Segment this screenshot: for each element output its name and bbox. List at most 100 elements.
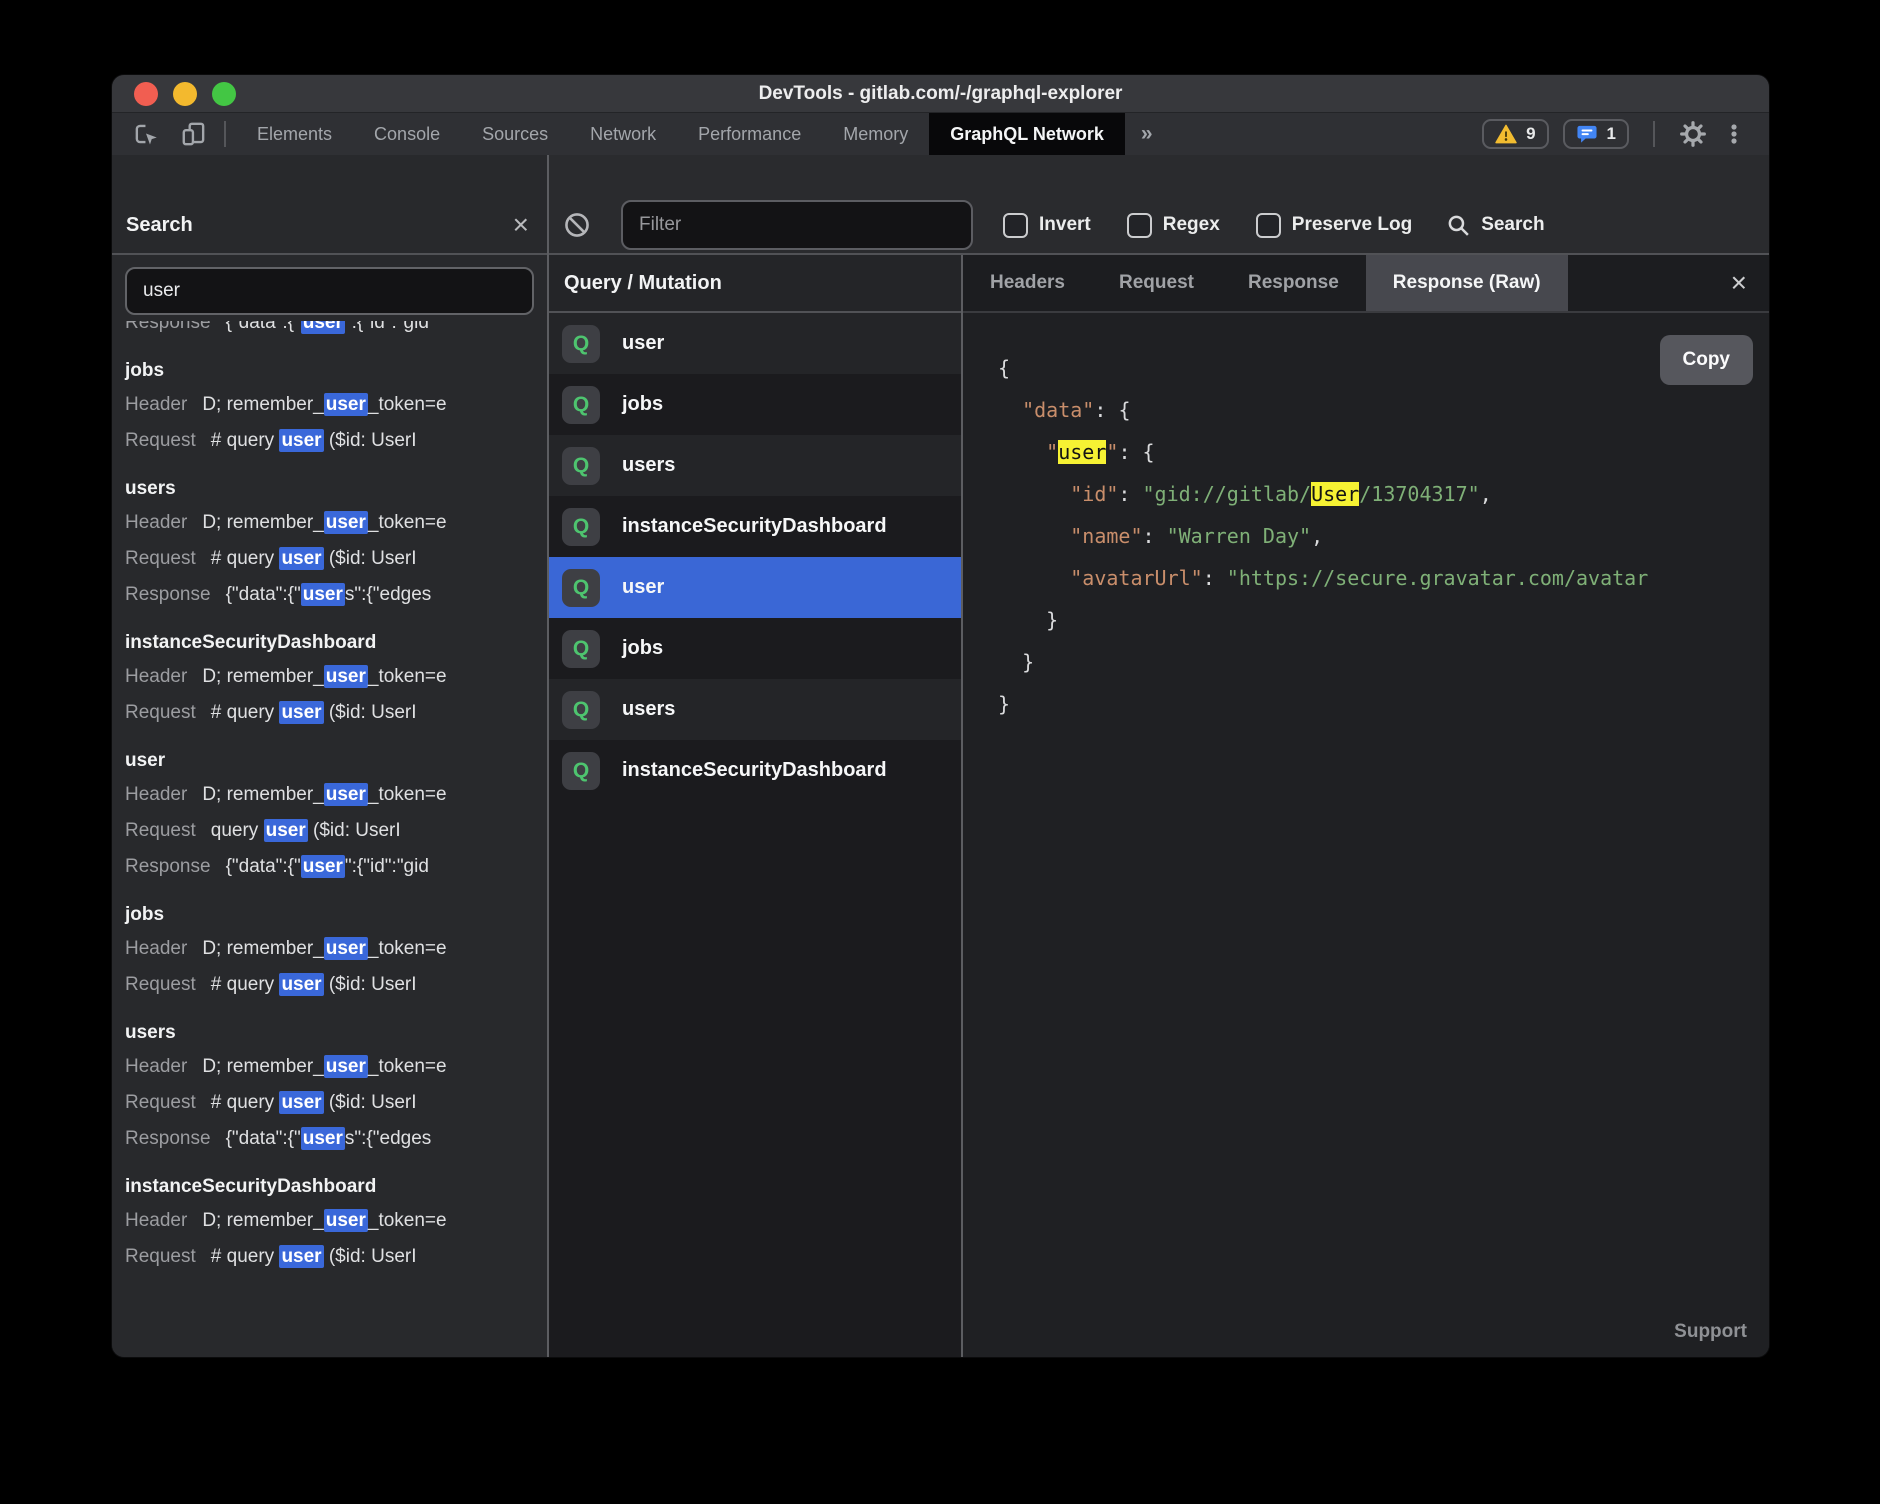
match-highlight: user — [279, 547, 323, 570]
tab-memory[interactable]: Memory — [822, 113, 929, 155]
search-toggle-button[interactable]: Search — [1446, 213, 1544, 238]
support-link[interactable]: Support — [1674, 1321, 1747, 1343]
detail-tab-response[interactable]: Response — [1221, 255, 1366, 311]
checkbox-invert[interactable]: Invert — [1003, 213, 1091, 238]
json-indent — [998, 566, 1070, 590]
search-input[interactable] — [125, 267, 534, 315]
search-results-list[interactable]: Response{"data":{"user":{"id":"gidjobsHe… — [112, 315, 547, 1357]
query-row-label: user — [622, 576, 664, 599]
filter-bar: Invert Regex Preserve Log Search — [549, 155, 1769, 255]
clear-block-icon[interactable] — [563, 211, 591, 239]
checkbox-label: Regex — [1163, 214, 1220, 236]
json-token: } — [1046, 608, 1058, 632]
query-row-users[interactable]: Qusers — [549, 679, 961, 740]
result-line-label: Response — [125, 1128, 211, 1149]
json-line: } — [998, 599, 1769, 641]
json-token: " — [1106, 440, 1118, 464]
filter-input[interactable] — [621, 200, 973, 250]
checkbox-regex[interactable]: Regex — [1127, 213, 1220, 238]
toolbar-right: 9 1 — [1482, 113, 1769, 155]
raw-response-view: { "data": { "user": { "id": "gid://gitla… — [963, 313, 1769, 1357]
json-token: { — [1143, 440, 1155, 464]
result-line-label: Header — [125, 938, 187, 959]
result-section-name: users — [125, 473, 547, 505]
json-token: } — [998, 692, 1010, 716]
result-text: D; remember_ — [202, 938, 323, 959]
query-row-user[interactable]: Quser — [549, 313, 961, 374]
json-token: " — [1046, 440, 1058, 464]
result-text: ($id: UserI — [324, 702, 417, 723]
traffic-lights — [134, 82, 236, 106]
result-text: _token=e — [368, 666, 447, 687]
settings-gear-icon[interactable] — [1679, 120, 1707, 148]
json-token: "https://secure.gravatar.com/avatar — [1227, 566, 1648, 590]
detail-tabs: HeadersRequestResponseResponse (Raw) × — [963, 255, 1769, 313]
result-line: Response{"data":{"user":{"id":"gid — [125, 321, 429, 341]
tab-graphql-network[interactable]: GraphQL Network — [929, 113, 1125, 155]
query-row-instancesecuritydashboard[interactable]: QinstanceSecurityDashboard — [549, 496, 961, 557]
zoom-window-button[interactable] — [212, 82, 236, 106]
detail-close-icon[interactable]: × — [1709, 255, 1769, 311]
result-text: {"data":{" — [226, 856, 301, 877]
result-text: # query — [211, 702, 280, 723]
result-line-label: Response — [125, 584, 211, 605]
result-line-label: Request — [125, 974, 196, 995]
query-type-badge: Q — [562, 508, 600, 546]
query-list[interactable]: QuserQjobsQusersQinstanceSecurityDashboa… — [549, 313, 961, 1357]
query-type-badge: Q — [562, 752, 600, 790]
json-token: { — [998, 356, 1010, 380]
issues-badge[interactable]: 1 — [1563, 119, 1629, 149]
detail-tab-request[interactable]: Request — [1092, 255, 1221, 311]
query-type-badge: Q — [562, 447, 600, 485]
query-row-user[interactable]: Quser — [549, 557, 961, 618]
json-line: "user": { — [998, 431, 1769, 473]
titlebar: DevTools - gitlab.com/-/graphql-explorer — [112, 75, 1769, 113]
search-toggle-label: Search — [1481, 214, 1544, 236]
detail-tab-response-raw[interactable]: Response (Raw) — [1366, 255, 1568, 311]
minimize-window-button[interactable] — [173, 82, 197, 106]
copy-button[interactable]: Copy — [1660, 335, 1754, 385]
json-token: : — [1118, 482, 1142, 506]
result-line: Request# query user ($id: UserI — [125, 967, 547, 1003]
toolbar-left-icons — [112, 113, 214, 155]
json-token: "gid://gitlab/ — [1143, 482, 1312, 506]
query-row-instancesecuritydashboard[interactable]: QinstanceSecurityDashboard — [549, 740, 961, 801]
tab-console[interactable]: Console — [353, 113, 461, 155]
json-token: : — [1118, 440, 1142, 464]
tab-elements[interactable]: Elements — [236, 113, 353, 155]
issue-count: 1 — [1607, 124, 1616, 144]
tab-sources[interactable]: Sources — [461, 113, 569, 155]
result-section-name: jobs — [125, 899, 547, 931]
more-tabs-chevron[interactable]: » — [1125, 113, 1169, 155]
result-text: # query — [211, 974, 280, 995]
warnings-badge[interactable]: 9 — [1482, 119, 1548, 149]
detail-tab-headers[interactable]: Headers — [963, 255, 1092, 311]
result-text: D; remember_ — [202, 666, 323, 687]
query-row-users[interactable]: Qusers — [549, 435, 961, 496]
json-indent — [998, 524, 1070, 548]
result-text: ":{"id":"gid — [345, 856, 429, 877]
json-token: "name" — [1070, 524, 1142, 548]
checkbox-preserve-log[interactable]: Preserve Log — [1256, 213, 1412, 238]
result-section-name: instanceSecurityDashboard — [125, 1171, 547, 1203]
query-row-label: users — [622, 454, 675, 477]
search-panel-close-icon[interactable]: × — [513, 211, 529, 239]
device-toolbar-icon[interactable] — [180, 120, 208, 148]
query-row-jobs[interactable]: Qjobs — [549, 374, 961, 435]
kebab-menu-icon[interactable] — [1721, 120, 1747, 148]
query-type-badge: Q — [562, 691, 600, 729]
inspect-element-icon[interactable] — [132, 120, 160, 148]
match-highlight: user — [324, 511, 368, 534]
tab-performance[interactable]: Performance — [677, 113, 822, 155]
result-line-label: Request — [125, 548, 196, 569]
close-window-button[interactable] — [134, 82, 158, 106]
result-text: _token=e — [368, 1056, 447, 1077]
match-highlight: user — [264, 819, 308, 842]
result-line: HeaderD; remember_user_token=e — [125, 387, 547, 423]
json-line: "id": "gid://gitlab/User/13704317", — [998, 473, 1769, 515]
checkbox-box — [1127, 213, 1152, 238]
tab-network[interactable]: Network — [569, 113, 677, 155]
result-section-name: instanceSecurityDashboard — [125, 627, 547, 659]
query-row-jobs[interactable]: Qjobs — [549, 618, 961, 679]
json-line: } — [998, 641, 1769, 683]
